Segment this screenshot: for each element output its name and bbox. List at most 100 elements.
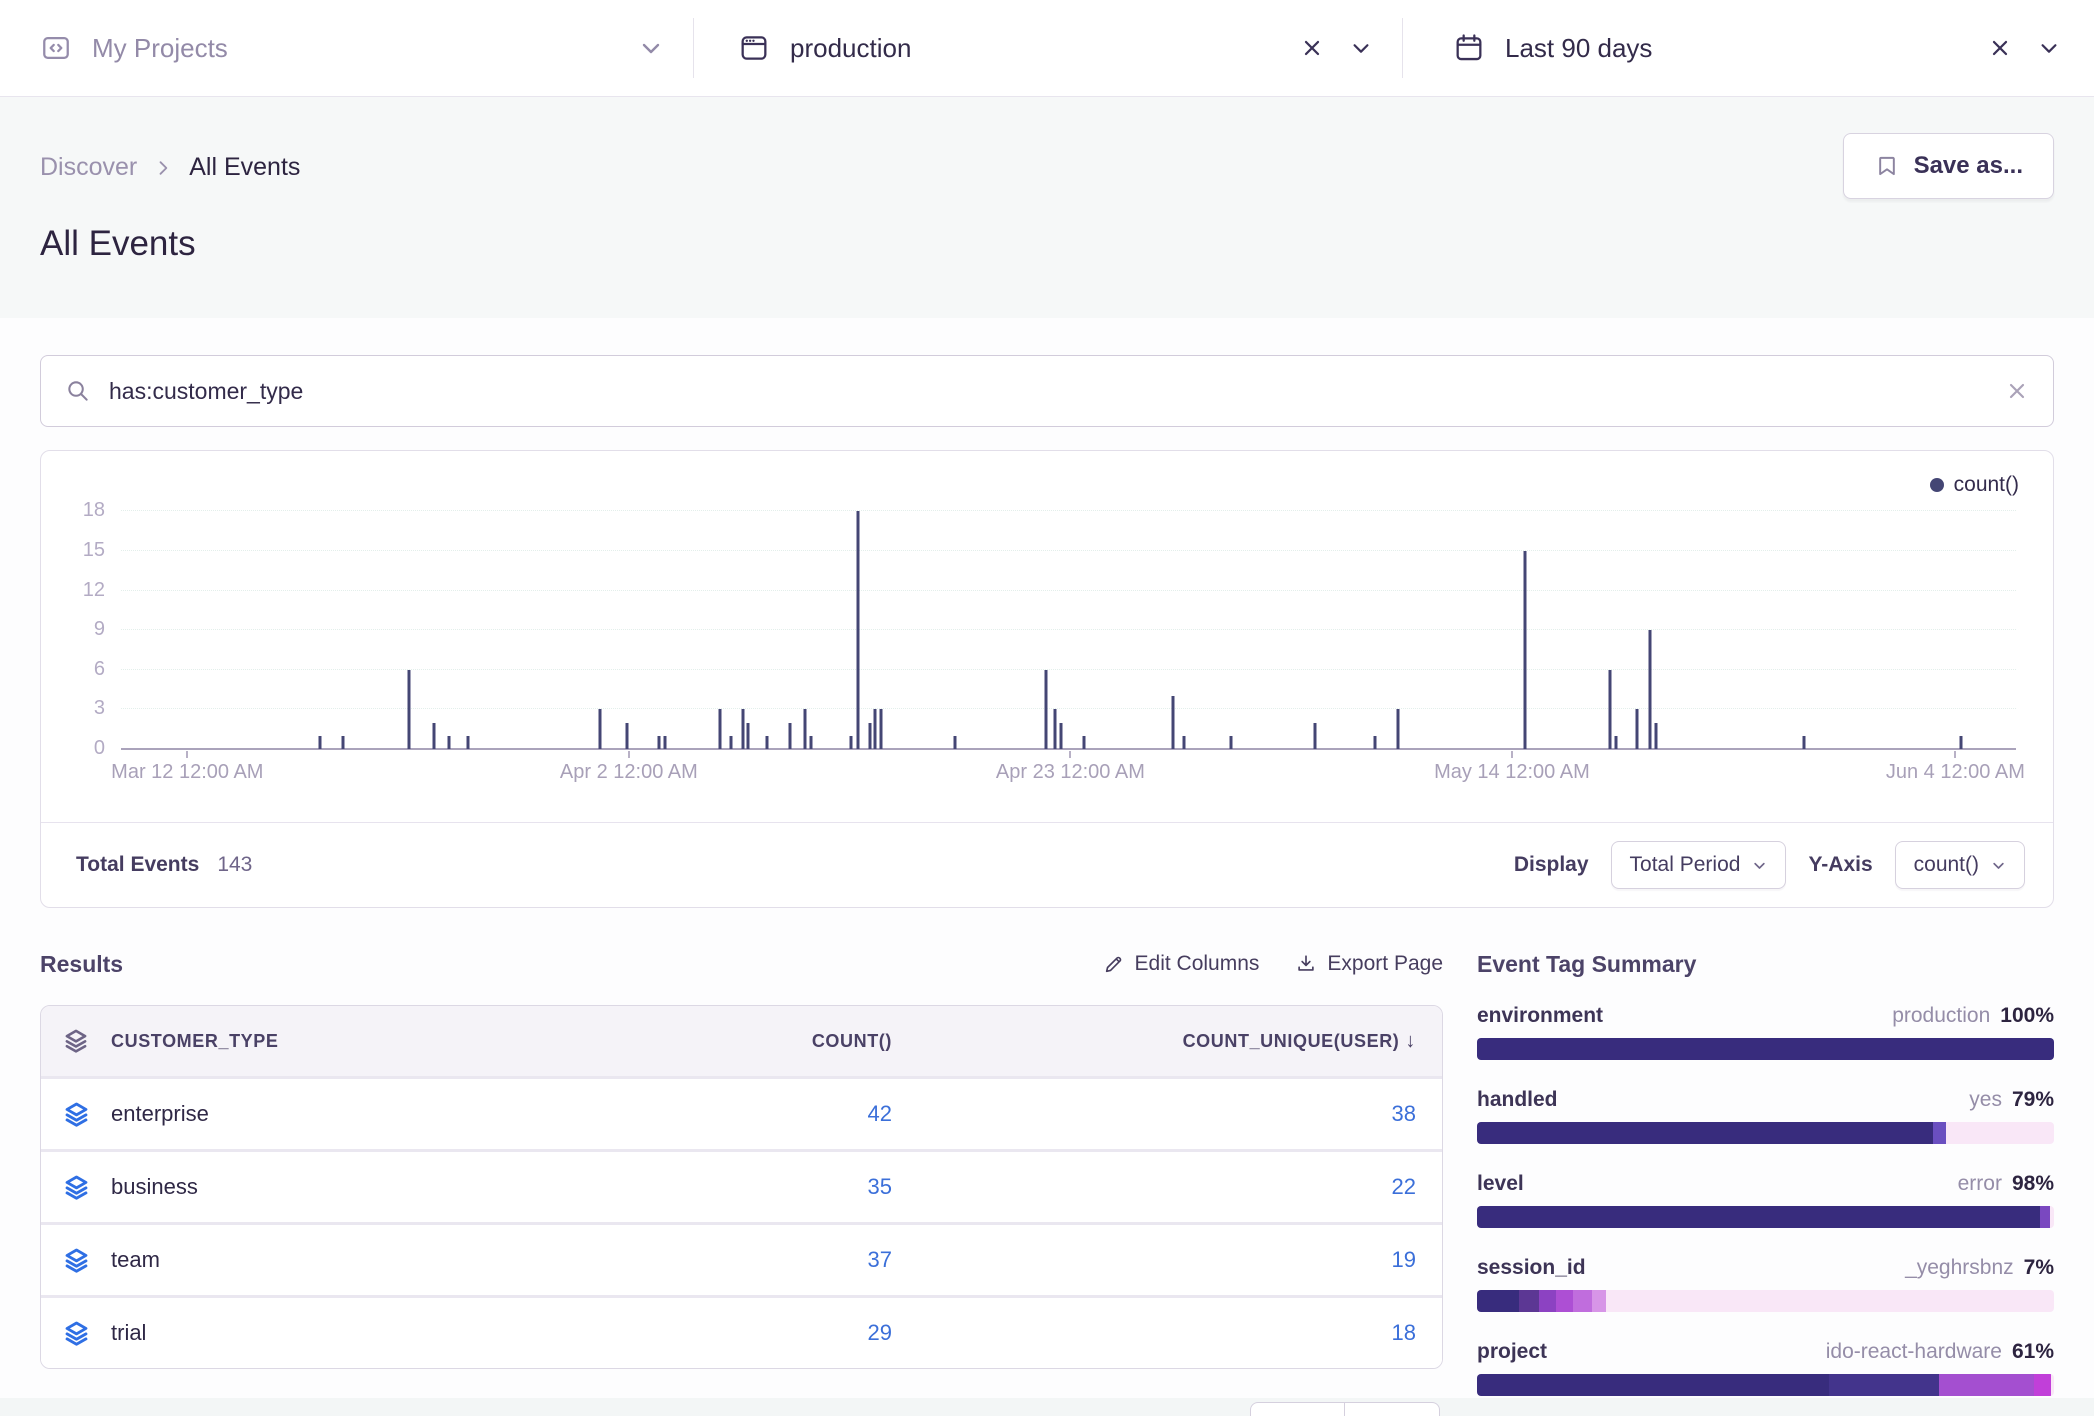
- tag-bar-segment[interactable]: [1477, 1122, 1933, 1144]
- search-icon: [65, 378, 91, 404]
- chevron-down-icon: [1752, 858, 1767, 873]
- y-axis-dropdown[interactable]: count(): [1895, 841, 2025, 889]
- count-link[interactable]: 35: [604, 1174, 904, 1200]
- y-tick-label: 15: [41, 539, 105, 562]
- tag-bar-segment[interactable]: [1556, 1290, 1573, 1312]
- tag-distribution-bar[interactable]: [1477, 1206, 2054, 1228]
- chart-bar: [466, 736, 469, 749]
- window-icon: [738, 32, 770, 64]
- tag-bar-segment[interactable]: [1477, 1374, 1829, 1396]
- tag-distribution-bar[interactable]: [1477, 1290, 2054, 1312]
- tag-row: environment production 100%: [1477, 1004, 2054, 1060]
- chevron-down-icon[interactable]: [2038, 37, 2060, 59]
- project-filter[interactable]: My Projects: [0, 0, 693, 96]
- tag-top-value: ido-react-hardware: [1826, 1340, 2002, 1364]
- tag-bar-segment[interactable]: [1477, 1290, 1519, 1312]
- chart-bar: [788, 723, 791, 749]
- download-icon: [1295, 953, 1317, 975]
- chart-gridline: [121, 590, 2016, 591]
- y-tick-label: 3: [41, 697, 105, 720]
- date-range-label: Last 90 days: [1505, 33, 1652, 64]
- clear-date-icon[interactable]: [1988, 36, 2012, 60]
- edit-columns-button[interactable]: Edit Columns: [1103, 952, 1260, 976]
- tag-name: handled: [1477, 1088, 1558, 1112]
- search-input[interactable]: [109, 378, 2005, 405]
- clear-environment-icon[interactable]: [1300, 36, 1324, 60]
- tag-bar-segment[interactable]: [1539, 1290, 1556, 1312]
- stack-icon: [41, 1320, 111, 1347]
- display-dropdown[interactable]: Total Period: [1611, 841, 1787, 889]
- column-customer-type[interactable]: CUSTOMER_TYPE: [111, 1031, 604, 1052]
- tag-name: session_id: [1477, 1256, 1586, 1280]
- count-unique-user-link[interactable]: 22: [904, 1174, 1442, 1200]
- tag-bar-segment[interactable]: [2034, 1374, 2051, 1396]
- x-tick-label: Apr 23 12:00 AM: [996, 761, 1145, 784]
- column-count-unique-user[interactable]: COUNT_UNIQUE(USER)↓: [904, 1030, 1442, 1053]
- count-unique-user-link[interactable]: 18: [904, 1320, 1442, 1346]
- tag-percent: 7%: [2024, 1256, 2054, 1280]
- previous-page-button[interactable]: [1250, 1402, 1345, 1416]
- breadcrumb-discover[interactable]: Discover: [40, 153, 137, 182]
- tag-distribution-bar[interactable]: [1477, 1122, 2054, 1144]
- environment-filter-label: production: [790, 33, 911, 64]
- page-title: All Events: [40, 224, 2054, 264]
- chart-bar: [766, 736, 769, 749]
- next-page-button[interactable]: [1345, 1402, 1440, 1416]
- tag-bar-segment[interactable]: [2040, 1206, 2050, 1228]
- calendar-icon: [1453, 32, 1485, 64]
- chart-bar: [447, 736, 450, 749]
- tag-bar-segment[interactable]: [1477, 1206, 2040, 1228]
- save-as-button[interactable]: Save as...: [1843, 133, 2054, 199]
- chart-bar: [599, 709, 602, 749]
- x-tick-mark: [1069, 751, 1071, 758]
- export-page-button[interactable]: Export Page: [1295, 952, 1443, 976]
- count-link[interactable]: 29: [604, 1320, 904, 1346]
- tag-bar-segment[interactable]: [1829, 1374, 1939, 1396]
- chart-bar: [432, 723, 435, 749]
- tag-list: environment production 100% handled yes …: [1477, 1004, 2054, 1396]
- chart-gridline: [121, 550, 2016, 551]
- tag-row: level error 98%: [1477, 1172, 2054, 1228]
- count-unique-user-link[interactable]: 38: [904, 1101, 1442, 1127]
- y-tick-label: 12: [41, 579, 105, 602]
- count-link[interactable]: 42: [604, 1101, 904, 1127]
- environment-filter[interactable]: production: [694, 0, 1402, 96]
- chart-gridline: [121, 708, 2016, 709]
- chart-x-axis-labels: Mar 12 12:00 AMApr 2 12:00 AMApr 23 12:0…: [121, 761, 2016, 791]
- date-range-filter[interactable]: Last 90 days: [1403, 0, 2094, 96]
- customer-type-cell: enterprise: [111, 1101, 604, 1127]
- tag-bar-segment[interactable]: [1933, 1122, 1946, 1144]
- results-heading: Results: [40, 951, 123, 978]
- events-chart-panel: count() 0369121518 Mar 12 12:00 AMApr 2 …: [40, 450, 2054, 908]
- chart-bar: [1054, 709, 1057, 749]
- top-bar: My Projects production Last 90 days: [0, 0, 2094, 97]
- edit-columns-label: Edit Columns: [1135, 952, 1260, 976]
- chart-bar: [804, 709, 807, 749]
- tag-top-value: production: [1892, 1004, 1990, 1028]
- chart-bar: [341, 736, 344, 749]
- chart-bar: [874, 709, 877, 749]
- tag-name: level: [1477, 1172, 1524, 1196]
- customer-type-cell: team: [111, 1247, 604, 1273]
- chart-gridline: [121, 510, 2016, 511]
- x-tick-label: May 14 12:00 AM: [1434, 761, 1590, 784]
- tag-bar-segment[interactable]: [1519, 1290, 1539, 1312]
- clear-search-icon[interactable]: [2005, 379, 2029, 403]
- chevron-down-icon[interactable]: [1350, 37, 1372, 59]
- chevron-down-icon[interactable]: [639, 36, 663, 60]
- sort-desc-icon: ↓: [1405, 1030, 1416, 1052]
- x-tick-mark: [628, 751, 630, 758]
- tag-bar-segment[interactable]: [1592, 1290, 1606, 1312]
- y-tick-label: 9: [41, 618, 105, 641]
- tag-bar-segment[interactable]: [1477, 1038, 2054, 1060]
- tag-bar-segment[interactable]: [1939, 1374, 2034, 1396]
- chart-plot: [121, 485, 2016, 749]
- tag-bar-segment[interactable]: [1573, 1290, 1592, 1312]
- chart-bar: [1171, 696, 1174, 749]
- count-unique-user-link[interactable]: 19: [904, 1247, 1442, 1273]
- tag-distribution-bar[interactable]: [1477, 1374, 2054, 1396]
- count-link[interactable]: 37: [604, 1247, 904, 1273]
- column-count[interactable]: COUNT(): [604, 1031, 904, 1052]
- chart-bar: [1313, 723, 1316, 749]
- tag-distribution-bar[interactable]: [1477, 1038, 2054, 1060]
